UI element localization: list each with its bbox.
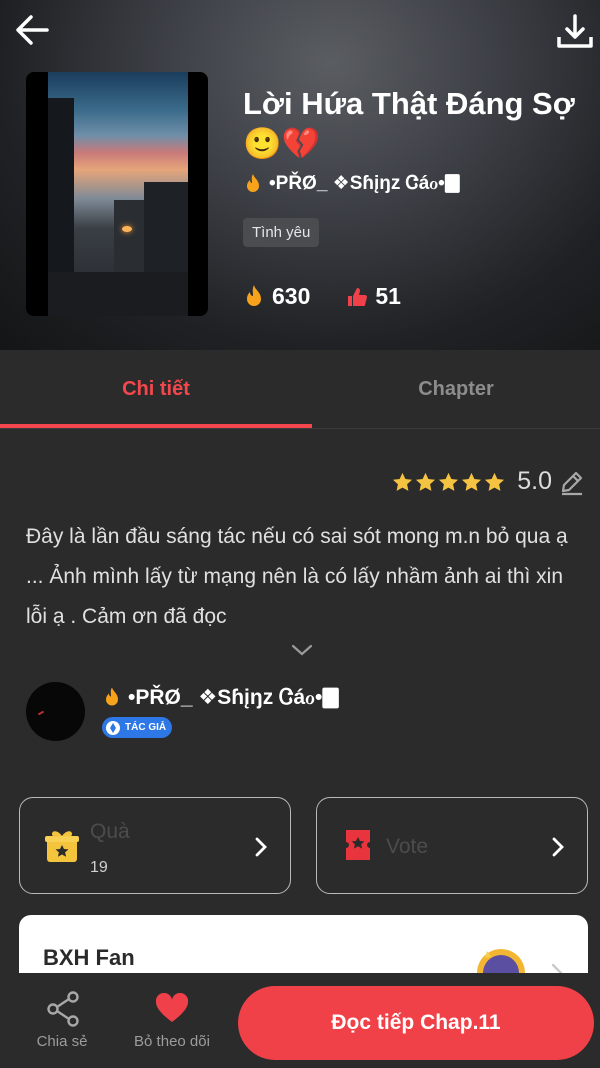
story-header: Lời Hứa Thật Đáng Sợ 🙂💔 •PŘØ_ ❖Sɦįŋz Ꮳáℴ… <box>0 0 600 350</box>
bottom-action-bar: Chia sẻ Bỏ theo dõi Đọc tiếp Chap.11 <box>0 973 600 1068</box>
star-icon <box>485 472 505 491</box>
star-icon <box>462 472 482 491</box>
author-badge: TÁC GIẢ <box>102 717 173 738</box>
back-button[interactable] <box>8 6 56 54</box>
author-badge-label: TÁC GIẢ <box>125 722 167 733</box>
cover-image <box>48 72 188 316</box>
continue-reading-button[interactable]: Đọc tiếp Chap.11 <box>238 986 594 1060</box>
star-icon <box>393 472 413 491</box>
rating-value: 5.0 <box>517 467 552 495</box>
arrow-left-icon <box>16 15 49 45</box>
story-author[interactable]: •PŘØ_ ❖Sɦįŋz Ꮳáℴ•🀫 <box>243 172 460 195</box>
unfollow-button[interactable]: Bỏ theo dõi <box>120 991 224 1055</box>
reads-count: 630 <box>272 283 311 309</box>
share-button[interactable]: Chia sẻ <box>22 991 102 1055</box>
share-label: Chia sẻ <box>36 1033 88 1050</box>
tab-bar: Chi tiết Chapter <box>0 350 600 429</box>
star-icon <box>416 472 436 491</box>
heart-icon <box>155 993 189 1022</box>
download-button[interactable] <box>552 8 598 54</box>
story-description: Đây là lần đầu sáng tác nếu có sai sót m… <box>26 525 568 628</box>
vote-label: Vote <box>386 835 429 858</box>
chevron-right-icon <box>255 837 267 857</box>
rating: 5.0 <box>392 467 586 496</box>
gift-card[interactable]: Quà 19 <box>19 797 291 894</box>
author-name: •PŘØ_ ❖Sɦįŋz Ꮳáℴ•🀫 <box>128 686 339 709</box>
share-icon <box>47 991 79 1027</box>
chevron-down-icon[interactable] <box>290 642 314 658</box>
flame-icon <box>247 284 261 306</box>
flame-icon <box>247 173 259 192</box>
gift-icon <box>45 831 79 862</box>
story-cover <box>26 72 208 316</box>
star-icon <box>439 472 459 491</box>
story-stats: 630 51 <box>243 283 401 310</box>
fan-ranking-title: BXH Fan <box>43 945 135 970</box>
avatar[interactable] <box>26 682 85 741</box>
tab-chapters[interactable]: Chapter <box>312 350 600 429</box>
unfollow-label: Bỏ theo dõi <box>134 1033 210 1050</box>
tab-details[interactable]: Chi tiết <box>0 350 312 429</box>
likes-count: 51 <box>375 283 401 309</box>
author-profile[interactable]: •PŘØ_ ❖Sɦįŋz Ꮳáℴ•🀫 TÁC GIẢ <box>26 682 586 742</box>
likes-stat: 51 <box>346 283 401 310</box>
chevron-right-icon <box>552 837 564 857</box>
reads-stat: 630 <box>243 283 310 310</box>
gift-count: 19 <box>90 859 108 876</box>
rating-stars <box>392 472 505 492</box>
story-title: Lời Hứa Thật Đáng Sợ 🙂💔 <box>243 86 575 161</box>
thumbs-up-icon <box>348 287 368 306</box>
vote-card[interactable]: Vote <box>316 797 588 894</box>
download-icon <box>557 14 593 48</box>
genre-tag[interactable]: Tình yêu <box>243 218 320 247</box>
pencil-icon[interactable] <box>558 468 586 496</box>
gift-label: Quà <box>90 820 130 843</box>
story-detail-screen: { "story": { "title": "Lời Hứa Thật Đáng… <box>0 0 600 1068</box>
active-tab-indicator <box>0 424 312 428</box>
ticket-icon <box>346 830 370 860</box>
story-author-name: •PŘØ_ ❖Sɦįŋz Ꮳáℴ•🀫 <box>269 173 460 194</box>
author-name-row: •PŘØ_ ❖Sɦįŋz Ꮳáℴ•🀫 <box>102 685 339 710</box>
pen-nib-icon <box>106 720 120 735</box>
flame-icon <box>106 687 118 706</box>
